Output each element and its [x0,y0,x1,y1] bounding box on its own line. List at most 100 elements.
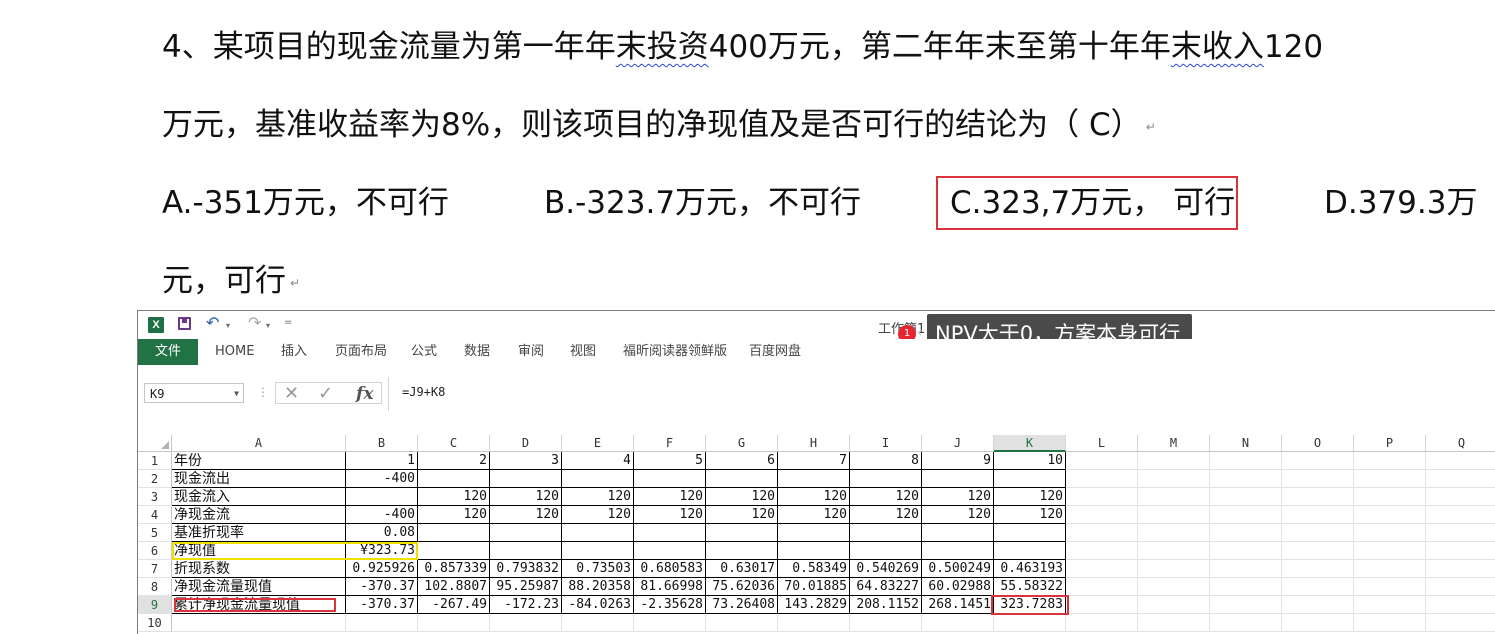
cell-c9[interactable]: -267.49 [418,596,490,614]
cell-n7[interactable] [1210,560,1282,578]
cell-e10[interactable] [562,614,634,632]
tab-review[interactable]: 审阅 [518,339,544,365]
row-header-10[interactable]: 10 [138,614,172,632]
cell-j8[interactable]: 60.02988 [922,578,994,596]
column-header-i[interactable]: I [850,435,922,452]
cell-h8[interactable]: 70.01885 [778,578,850,596]
cell-q7[interactable] [1426,560,1495,578]
cell-g3[interactable]: 120 [706,488,778,506]
cell-l1[interactable] [1066,452,1138,470]
cell-m10[interactable] [1138,614,1210,632]
cell-d3[interactable]: 120 [490,488,562,506]
cell-k2[interactable] [994,470,1066,488]
cell-j1[interactable]: 9 [922,452,994,470]
cell-j4[interactable]: 120 [922,506,994,524]
cell-q1[interactable] [1426,452,1495,470]
cell-h3[interactable]: 120 [778,488,850,506]
row-header-2[interactable]: 2 [138,470,172,488]
cell-g10[interactable] [706,614,778,632]
cell-j9[interactable]: 268.1451 [922,596,994,614]
cell-j10[interactable] [922,614,994,632]
cell-o10[interactable] [1282,614,1354,632]
cell-n1[interactable] [1210,452,1282,470]
cell-j7[interactable]: 0.500249 [922,560,994,578]
cell-c10[interactable] [418,614,490,632]
cell-k4[interactable]: 120 [994,506,1066,524]
cell-i1[interactable]: 8 [850,452,922,470]
cell-l4[interactable] [1066,506,1138,524]
cell-e7[interactable]: 0.73503 [562,560,634,578]
cell-p5[interactable] [1354,524,1426,542]
cell-m4[interactable] [1138,506,1210,524]
cell-h6[interactable] [778,542,850,560]
cell-p10[interactable] [1354,614,1426,632]
cell-e8[interactable]: 88.20358 [562,578,634,596]
column-header-g[interactable]: G [706,435,778,452]
cell-l9[interactable] [1066,596,1138,614]
cell-c1[interactable]: 2 [418,452,490,470]
column-header-j[interactable]: J [922,435,994,452]
cell-a2[interactable]: 现金流出 [172,470,346,488]
cell-c4[interactable]: 120 [418,506,490,524]
cell-f1[interactable]: 5 [634,452,706,470]
cell-c8[interactable]: 102.8807 [418,578,490,596]
cell-p1[interactable] [1354,452,1426,470]
column-header-l[interactable]: L [1066,435,1138,452]
cell-h10[interactable] [778,614,850,632]
cell-n9[interactable] [1210,596,1282,614]
cell-g4[interactable]: 120 [706,506,778,524]
column-header-n[interactable]: N [1210,435,1282,452]
cell-g5[interactable] [706,524,778,542]
tab-home[interactable]: HOME [215,339,254,365]
row-header-9[interactable]: 9 [138,596,172,614]
cell-c2[interactable] [418,470,490,488]
cell-i7[interactable]: 0.540269 [850,560,922,578]
cell-i5[interactable] [850,524,922,542]
tab-file[interactable]: 文件 [138,339,198,365]
tab-page-layout[interactable]: 页面布局 [335,339,387,365]
cell-q2[interactable] [1426,470,1495,488]
cell-o1[interactable] [1282,452,1354,470]
cell-g6[interactable] [706,542,778,560]
cell-l6[interactable] [1066,542,1138,560]
cell-p4[interactable] [1354,506,1426,524]
cell-e5[interactable] [562,524,634,542]
cell-l3[interactable] [1066,488,1138,506]
cell-h7[interactable]: 0.58349 [778,560,850,578]
cell-d9[interactable]: -172.23 [490,596,562,614]
cell-h5[interactable] [778,524,850,542]
cell-m1[interactable] [1138,452,1210,470]
cell-e6[interactable] [562,542,634,560]
save-icon[interactable] [178,317,191,330]
row-header-3[interactable]: 3 [138,488,172,506]
cell-k1[interactable]: 10 [994,452,1066,470]
column-header-h[interactable]: H [778,435,850,452]
row-header-5[interactable]: 5 [138,524,172,542]
cell-m8[interactable] [1138,578,1210,596]
undo-icon[interactable]: ↶ [206,313,219,332]
name-box[interactable]: K9 ▼ [144,383,244,403]
cell-l7[interactable] [1066,560,1138,578]
cell-l8[interactable] [1066,578,1138,596]
cell-a1[interactable]: 年份 [172,452,346,470]
tab-data[interactable]: 数据 [464,339,490,365]
cell-o8[interactable] [1282,578,1354,596]
cell-n3[interactable] [1210,488,1282,506]
cell-b9[interactable]: -370.37 [346,596,418,614]
cell-j2[interactable] [922,470,994,488]
column-header-b[interactable]: B [346,435,418,452]
cell-j5[interactable] [922,524,994,542]
cell-a7[interactable]: 折现系数 [172,560,346,578]
cell-a4[interactable]: 净现金流 [172,506,346,524]
cell-d10[interactable] [490,614,562,632]
column-header-q[interactable]: Q [1426,435,1495,452]
cell-o6[interactable] [1282,542,1354,560]
column-header-k[interactable]: K [994,435,1066,452]
cell-e9[interactable]: -84.0263 [562,596,634,614]
customize-toolbar-icon[interactable]: = [284,317,292,328]
column-header-o[interactable]: O [1282,435,1354,452]
cell-i8[interactable]: 64.83227 [850,578,922,596]
cell-f9[interactable]: -2.35628 [634,596,706,614]
cell-n8[interactable] [1210,578,1282,596]
cell-n2[interactable] [1210,470,1282,488]
